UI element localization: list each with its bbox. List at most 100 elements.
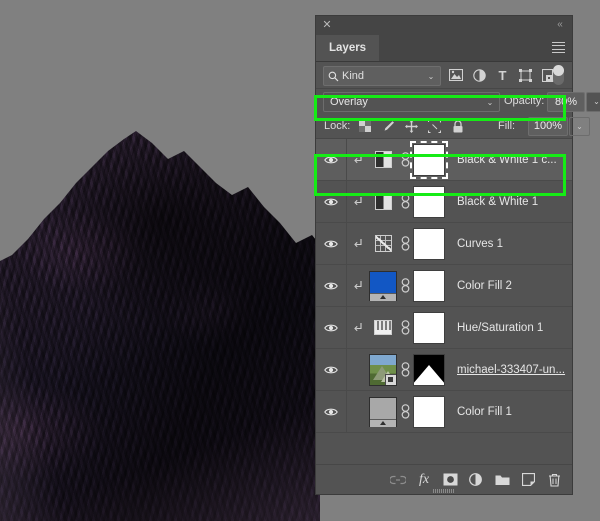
- layer-mask-cell[interactable]: [413, 269, 453, 302]
- color-fill-swatch[interactable]: [369, 396, 397, 427]
- lock-transparent-pixels-icon[interactable]: [357, 118, 373, 134]
- layer-visibility-toggle[interactable]: [316, 139, 347, 180]
- black-and-white-adjustment-icon: [374, 193, 392, 210]
- layer-visibility-toggle[interactable]: [316, 181, 347, 222]
- layer-type-thumbnail[interactable]: [369, 235, 397, 252]
- search-icon: [324, 71, 342, 82]
- layer-visibility-toggle[interactable]: [316, 391, 347, 432]
- layer-visibility-toggle[interactable]: [316, 223, 347, 264]
- shape-layer-filter-icon[interactable]: [517, 67, 534, 83]
- layer-name[interactable]: Curves 1: [453, 238, 572, 250]
- lock-image-pixels-icon[interactable]: [380, 118, 396, 134]
- mask-link-icon[interactable]: [397, 278, 413, 293]
- layer-type-thumbnail[interactable]: [369, 151, 397, 168]
- layer-mask-thumbnail[interactable]: [413, 353, 445, 386]
- layer-name[interactable]: Color Fill 1: [453, 406, 572, 418]
- panel-tabbar: Layers: [316, 35, 572, 62]
- add-layer-mask-icon[interactable]: [437, 468, 463, 492]
- layer-visibility-toggle[interactable]: [316, 349, 347, 390]
- layer-row[interactable]: Black & White 1: [316, 181, 572, 223]
- mask-link-icon[interactable]: [397, 320, 413, 335]
- layer-mask-cell[interactable]: [413, 353, 453, 386]
- layer-name[interactable]: Black & White 1: [453, 196, 572, 208]
- layer-mask-thumbnail[interactable]: [410, 140, 448, 179]
- layer-mask-cell[interactable]: [410, 140, 453, 179]
- layer-mask-thumbnail[interactable]: [413, 185, 445, 218]
- photoshop-workspace: ✕ « Layers Kind ⌄ T Overlay ⌄ Opacity: 8…: [0, 0, 600, 521]
- smart-object-badge-icon: [385, 373, 396, 385]
- opacity-chevron-down-icon[interactable]: ⌄: [586, 92, 600, 112]
- filter-kind-label: Kind: [342, 70, 365, 82]
- lock-all-icon[interactable]: [450, 118, 466, 134]
- panel-titlebar: ✕ «: [316, 16, 572, 35]
- layer-name[interactable]: Color Fill 2: [453, 280, 572, 292]
- layer-name[interactable]: michael-333407-un...: [453, 364, 572, 376]
- layer-type-thumbnail[interactable]: [369, 193, 397, 210]
- curves-adjustment-icon: [374, 235, 392, 252]
- layer-visibility-toggle[interactable]: [316, 265, 347, 306]
- blend-mode-dropdown[interactable]: Overlay ⌄: [323, 92, 500, 112]
- link-layers-icon[interactable]: [385, 468, 411, 492]
- layers-panel: ✕ « Layers Kind ⌄ T Overlay ⌄ Opacity: 8…: [316, 16, 600, 494]
- clipping-mask-indicator-icon: [347, 280, 369, 292]
- lock-artboard-nesting-icon[interactable]: [426, 118, 442, 134]
- lock-position-icon[interactable]: [403, 118, 419, 134]
- layer-list[interactable]: Black & White 1 c... Black & White 1 Curve…: [316, 139, 572, 454]
- fill-input[interactable]: 100%: [528, 117, 568, 136]
- canvas-mountain-photo: [0, 0, 320, 521]
- layer-styles-fx-icon[interactable]: fx: [411, 468, 437, 492]
- adjustment-layer-filter-icon[interactable]: [471, 67, 488, 83]
- new-layer-icon[interactable]: [515, 468, 541, 492]
- layer-name[interactable]: Hue/Saturation 1: [453, 322, 572, 334]
- layer-type-thumbnail[interactable]: [369, 320, 397, 335]
- pixel-layer-filter-icon[interactable]: [447, 67, 464, 83]
- collapse-panel-icon[interactable]: «: [553, 19, 566, 31]
- layer-name[interactable]: Black & White 1 c...: [453, 154, 572, 166]
- mask-link-icon[interactable]: [397, 194, 413, 209]
- mask-link-icon[interactable]: [397, 362, 413, 377]
- tab-layers[interactable]: Layers: [316, 35, 380, 61]
- fill-label: Fill:: [498, 120, 516, 132]
- clipping-mask-indicator-icon: [347, 238, 369, 250]
- layer-type-thumbnail[interactable]: [369, 270, 397, 301]
- layer-row[interactable]: Hue/Saturation 1: [316, 307, 572, 349]
- layer-row[interactable]: michael-333407-un...: [316, 349, 572, 391]
- layer-mask-thumbnail[interactable]: [413, 311, 445, 344]
- layer-visibility-toggle[interactable]: [316, 307, 347, 348]
- lock-label: Lock:: [324, 120, 351, 132]
- new-group-icon[interactable]: [489, 468, 515, 492]
- layer-mask-shape: [414, 354, 444, 385]
- close-icon[interactable]: ✕: [321, 19, 333, 31]
- hue-saturation-adjustment-icon: [374, 320, 392, 335]
- layer-type-thumbnail[interactable]: [369, 396, 397, 427]
- mask-link-icon[interactable]: [397, 236, 413, 251]
- chevron-down-icon: ⌄: [427, 71, 435, 81]
- mask-link-icon[interactable]: [397, 404, 413, 419]
- filter-kind-dropdown[interactable]: Kind ⌄: [323, 66, 441, 86]
- fill-chevron-down-icon[interactable]: ⌄: [569, 117, 590, 136]
- layer-mask-cell[interactable]: [413, 185, 453, 218]
- opacity-input[interactable]: 80%: [547, 92, 585, 112]
- layer-row[interactable]: Curves 1: [316, 223, 572, 265]
- mask-link-icon[interactable]: [397, 152, 413, 167]
- layer-mask-cell[interactable]: [413, 227, 453, 260]
- new-adjustment-layer-icon[interactable]: [463, 468, 489, 492]
- layer-mask-thumbnail[interactable]: [413, 227, 445, 260]
- color-fill-swatch[interactable]: [369, 270, 397, 301]
- layer-photo-thumbnail[interactable]: [369, 353, 397, 386]
- layer-mask-cell[interactable]: [413, 395, 453, 428]
- layer-mask-cell[interactable]: [413, 311, 453, 344]
- panel-menu-icon[interactable]: [552, 42, 565, 53]
- layer-row[interactable]: Color Fill 1: [316, 391, 572, 433]
- delete-layer-icon[interactable]: [541, 468, 567, 492]
- blend-opacity-row: Overlay ⌄ Opacity: 80% ⌄: [316, 89, 600, 114]
- panel-resize-grip[interactable]: [433, 489, 455, 493]
- blend-mode-value: Overlay: [330, 96, 368, 108]
- layer-mask-thumbnail[interactable]: [413, 269, 445, 302]
- type-layer-filter-icon[interactable]: T: [494, 67, 511, 83]
- filter-enable-toggle[interactable]: [553, 65, 564, 85]
- layer-mask-thumbnail[interactable]: [413, 395, 445, 428]
- layer-row[interactable]: Color Fill 2: [316, 265, 572, 307]
- layer-type-thumbnail[interactable]: [369, 353, 397, 386]
- layer-row[interactable]: Black & White 1 c...: [316, 139, 572, 181]
